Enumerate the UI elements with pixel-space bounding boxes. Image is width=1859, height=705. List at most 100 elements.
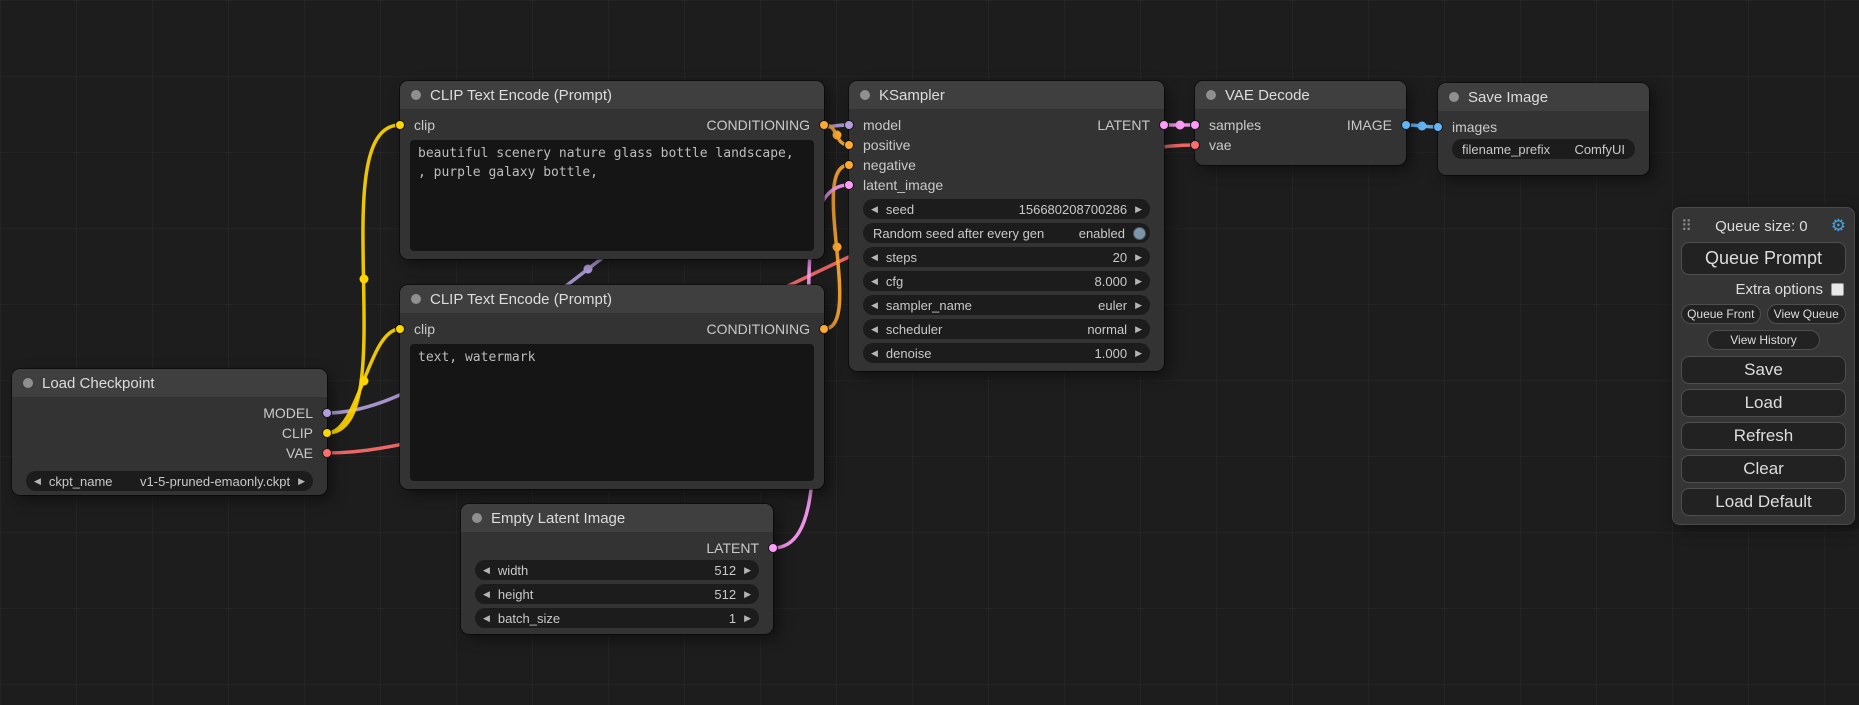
scheduler-widget[interactable]: ◀ scheduler normal ▶ <box>863 319 1150 339</box>
clear-button[interactable]: Clear <box>1681 455 1846 483</box>
random-seed-widget[interactable]: Random seed after every gen enabled <box>863 223 1150 243</box>
model-input-port[interactable] <box>844 120 854 130</box>
increment-arrow-icon[interactable]: ▶ <box>744 614 751 623</box>
collapse-dot-icon[interactable] <box>472 513 482 523</box>
decrement-arrow-icon[interactable]: ◀ <box>34 477 41 486</box>
drag-handle-icon[interactable]: ⠿ <box>1681 217 1692 235</box>
increment-arrow-icon[interactable]: ▶ <box>744 566 751 575</box>
node-title-bar[interactable]: Empty Latent Image <box>461 504 773 532</box>
negative-input-port[interactable] <box>844 160 854 170</box>
denoise-widget[interactable]: ◀ denoise 1.000 ▶ <box>863 343 1150 363</box>
decrement-arrow-icon[interactable]: ◀ <box>483 614 490 623</box>
output-label-latent: LATENT <box>706 540 759 556</box>
decrement-arrow-icon[interactable]: ◀ <box>483 590 490 599</box>
increment-arrow-icon[interactable]: ▶ <box>1135 349 1142 358</box>
node-vae-decode[interactable]: VAE Decode samples IMAGE vae <box>1195 81 1406 165</box>
cfg-widget[interactable]: ◀ cfg 8.000 ▶ <box>863 271 1150 291</box>
latent-output-port[interactable] <box>768 543 778 553</box>
increment-arrow-icon[interactable]: ▶ <box>1135 205 1142 214</box>
widget-label: sampler_name <box>886 298 972 313</box>
increment-arrow-icon[interactable]: ▶ <box>744 590 751 599</box>
decrement-arrow-icon[interactable]: ◀ <box>871 253 878 262</box>
queue-buttons-row: Queue Front View Queue <box>1681 304 1846 324</box>
node-title-bar[interactable]: Load Checkpoint <box>12 369 327 397</box>
decrement-arrow-icon[interactable]: ◀ <box>871 325 878 334</box>
queue-front-button[interactable]: Queue Front <box>1681 304 1761 324</box>
node-ksampler[interactable]: KSampler model LATENT positive negative … <box>849 81 1164 371</box>
queue-prompt-button[interactable]: Queue Prompt <box>1681 242 1846 275</box>
increment-arrow-icon[interactable]: ▶ <box>298 477 305 486</box>
collapse-dot-icon[interactable] <box>860 90 870 100</box>
latent-output-port[interactable] <box>1159 120 1169 130</box>
decrement-arrow-icon[interactable]: ◀ <box>483 566 490 575</box>
widget-value: 8.000 <box>1095 274 1128 289</box>
clip-input-port[interactable] <box>395 324 405 334</box>
save-button[interactable]: Save <box>1681 356 1846 384</box>
vae-output-port[interactable] <box>322 448 332 458</box>
clip-input-port[interactable] <box>395 120 405 130</box>
collapse-dot-icon[interactable] <box>411 294 421 304</box>
wire-clip-to-negative-prompt[interactable] <box>327 329 400 433</box>
extra-options-row: Extra options <box>1681 281 1846 298</box>
load-default-button[interactable]: Load Default <box>1681 488 1846 516</box>
refresh-button[interactable]: Refresh <box>1681 422 1846 450</box>
decrement-arrow-icon[interactable]: ◀ <box>871 349 878 358</box>
load-button[interactable]: Load <box>1681 389 1846 417</box>
width-widget[interactable]: ◀ width 512 ▶ <box>475 560 759 580</box>
input-label-model: model <box>863 117 901 133</box>
node-clip-text-encode-negative[interactable]: CLIP Text Encode (Prompt) clip CONDITION… <box>400 285 824 489</box>
increment-arrow-icon[interactable]: ▶ <box>1135 277 1142 286</box>
images-input-port[interactable] <box>1433 122 1443 132</box>
ckpt-name-widget[interactable]: ◀ ckpt_name v1-5-pruned-emaonly.ckpt ▶ <box>26 471 313 491</box>
wire-clip-to-positive-prompt[interactable] <box>327 125 400 433</box>
vae-input-port[interactable] <box>1190 140 1200 150</box>
positive-input-port[interactable] <box>844 140 854 150</box>
settings-gear-icon[interactable]: ⚙ <box>1831 216 1846 236</box>
node-save-image[interactable]: Save Image images filename_prefix ComfyU… <box>1438 83 1649 175</box>
samples-input-port[interactable] <box>1190 120 1200 130</box>
extra-options-checkbox[interactable] <box>1831 283 1844 296</box>
view-queue-button[interactable]: View Queue <box>1767 304 1847 324</box>
node-title-bar[interactable]: KSampler <box>849 81 1164 109</box>
collapse-dot-icon[interactable] <box>411 90 421 100</box>
latent-image-input-port[interactable] <box>844 180 854 190</box>
random-seed-toggle[interactable] <box>1133 227 1146 240</box>
model-output-port[interactable] <box>322 408 332 418</box>
collapse-dot-icon[interactable] <box>1206 90 1216 100</box>
collapse-dot-icon[interactable] <box>1449 92 1459 102</box>
node-graph-canvas[interactable]: Load Checkpoint MODEL CLIP VAE ◀ ckpt_na… <box>0 0 1859 705</box>
positive-prompt-textarea[interactable]: beautiful scenery nature glass bottle la… <box>410 140 814 251</box>
increment-arrow-icon[interactable]: ▶ <box>1135 325 1142 334</box>
node-load-checkpoint[interactable]: Load Checkpoint MODEL CLIP VAE ◀ ckpt_na… <box>12 369 327 495</box>
filename-prefix-widget[interactable]: filename_prefix ComfyUI <box>1452 139 1635 159</box>
node-title-bar[interactable]: CLIP Text Encode (Prompt) <box>400 81 824 109</box>
batch-size-widget[interactable]: ◀ batch_size 1 ▶ <box>475 608 759 628</box>
node-empty-latent-image[interactable]: Empty Latent Image LATENT ◀ width 512 ▶ … <box>461 504 773 634</box>
view-history-button[interactable]: View History <box>1707 330 1819 350</box>
conditioning-output-port[interactable] <box>819 120 829 130</box>
widget-label: cfg <box>886 274 903 289</box>
input-label-vae: vae <box>1209 137 1232 153</box>
wire-conditioning-negative[interactable] <box>824 165 849 329</box>
collapse-dot-icon[interactable] <box>23 378 33 388</box>
clip-output-port[interactable] <box>322 428 332 438</box>
node-title-bar[interactable]: VAE Decode <box>1195 81 1406 109</box>
node-clip-text-encode-positive[interactable]: CLIP Text Encode (Prompt) clip CONDITION… <box>400 81 824 259</box>
image-output-port[interactable] <box>1401 120 1411 130</box>
widget-label: steps <box>886 250 917 265</box>
decrement-arrow-icon[interactable]: ◀ <box>871 205 878 214</box>
sampler-name-widget[interactable]: ◀ sampler_name euler ▶ <box>863 295 1150 315</box>
height-widget[interactable]: ◀ height 512 ▶ <box>475 584 759 604</box>
decrement-arrow-icon[interactable]: ◀ <box>871 301 878 310</box>
node-title-bar[interactable]: Save Image <box>1438 83 1649 111</box>
node-title-bar[interactable]: CLIP Text Encode (Prompt) <box>400 285 824 313</box>
increment-arrow-icon[interactable]: ▶ <box>1135 253 1142 262</box>
conditioning-output-port[interactable] <box>819 324 829 334</box>
link-midpoint-dot <box>833 243 842 252</box>
output-label-conditioning: CONDITIONING <box>707 117 810 133</box>
increment-arrow-icon[interactable]: ▶ <box>1135 301 1142 310</box>
decrement-arrow-icon[interactable]: ◀ <box>871 277 878 286</box>
steps-widget[interactable]: ◀ steps 20 ▶ <box>863 247 1150 267</box>
seed-widget[interactable]: ◀ seed 156680208700286 ▶ <box>863 199 1150 219</box>
negative-prompt-textarea[interactable]: text, watermark <box>410 344 814 481</box>
